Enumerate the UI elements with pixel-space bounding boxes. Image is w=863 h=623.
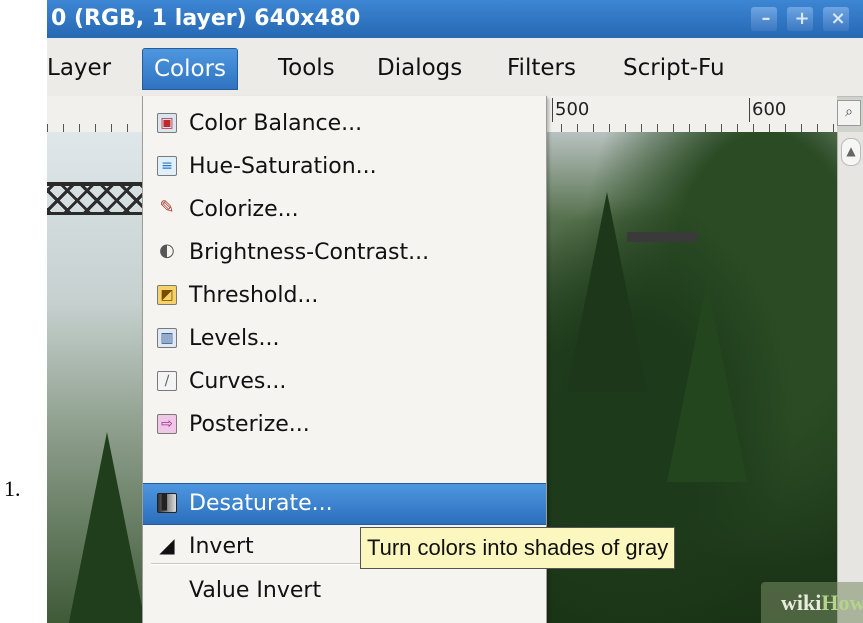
ruler-label-500: 500 — [552, 98, 589, 122]
menu-item-label: Desaturate... — [189, 491, 333, 516]
horizontal-ruler-left — [47, 96, 142, 133]
watermark-how: How — [821, 590, 863, 615]
tree-image-detail — [567, 192, 647, 392]
menu-item-levels[interactable]: ▥ Levels... — [143, 319, 546, 359]
image-canvas-left[interactable] — [47, 132, 147, 623]
levels-icon: ▥ — [157, 328, 177, 348]
menu-item-label: Value Invert — [189, 578, 322, 603]
minimize-button[interactable]: – — [751, 7, 777, 31]
menu-item-curves[interactable]: ∕ Curves... — [143, 362, 546, 402]
menu-item-label: Threshold... — [189, 283, 319, 308]
color-balance-icon: ▣ — [157, 113, 177, 133]
menu-colors[interactable]: Colors — [142, 48, 239, 90]
menu-item-label: Posterize... — [189, 412, 310, 437]
ruler-label-600: 600 — [749, 98, 786, 122]
menu-layer[interactable]: Layer — [47, 48, 119, 88]
navigate-icon[interactable]: ⌕ — [837, 100, 861, 126]
menu-item-threshold[interactable]: ◩ Threshold... — [143, 276, 546, 316]
menu-item-color-balance[interactable]: ▣ Color Balance... — [143, 104, 546, 144]
bridge-image-detail — [47, 182, 147, 215]
tree-image-detail — [67, 432, 147, 623]
menu-dialogs[interactable]: Dialogs — [369, 48, 470, 88]
vertical-scrollbar[interactable]: ▲ — [837, 132, 863, 623]
invert-icon: ◢ — [159, 533, 175, 557]
window-title: 0 (RGB, 1 layer) 640x480 — [51, 6, 361, 31]
colorize-icon: ✎ — [159, 197, 175, 218]
menu-item-label: Hue-Saturation... — [189, 154, 377, 179]
menu-item-label: Color Balance... — [189, 111, 363, 136]
menu-filters[interactable]: Filters — [499, 48, 584, 88]
wikihow-watermark: wikiHow — [761, 582, 863, 623]
threshold-icon: ◩ — [157, 285, 177, 305]
menu-item-label: Levels... — [189, 326, 280, 351]
menu-item-label: Invert — [189, 534, 254, 559]
desaturate-icon: ▌ — [157, 493, 177, 513]
menu-item-colorize[interactable]: ✎ Colorize... — [143, 190, 546, 230]
curves-icon: ∕ — [157, 371, 177, 391]
menu-item-label: Colorize... — [189, 197, 299, 222]
menu-item-posterize[interactable]: ⇨ Posterize... — [143, 405, 546, 445]
horizontal-ruler: 500 600 — [545, 96, 837, 133]
gimp-window-screenshot: 0 (RGB, 1 layer) 640x480 – + × Layer Col… — [47, 0, 863, 623]
close-button[interactable]: × — [823, 7, 849, 31]
menu-item-brightness-contrast[interactable]: ◐ Brightness-Contrast... — [143, 233, 546, 273]
posterize-icon: ⇨ — [157, 414, 177, 434]
menu-item-value-invert[interactable]: Value Invert — [143, 571, 546, 611]
menu-item-hue-saturation[interactable]: ≡ Hue-Saturation... — [143, 147, 546, 187]
scroll-up-icon[interactable]: ▲ — [841, 138, 861, 166]
step-number: 1. — [4, 476, 21, 501]
menu-item-label: Brightness-Contrast... — [189, 240, 430, 265]
tree-image-detail — [667, 282, 747, 482]
tooltip: Turn colors into shades of gray — [360, 527, 676, 569]
menu-item-desaturate[interactable]: ▌ Desaturate... — [143, 483, 546, 525]
menu-item-label: Curves... — [189, 369, 287, 394]
window-title-bar: 0 (RGB, 1 layer) 640x480 – + × — [47, 0, 863, 38]
menubar: Layer Colors Tools Dialogs Filters Scrip… — [47, 38, 863, 97]
hue-saturation-icon: ≡ — [157, 156, 177, 176]
watermark-wiki: wiki — [781, 590, 822, 615]
maximize-button[interactable]: + — [787, 7, 813, 31]
menu-script-fu[interactable]: Script-Fu — [615, 48, 733, 88]
brightness-contrast-icon: ◐ — [159, 240, 175, 261]
menu-tools[interactable]: Tools — [270, 48, 343, 88]
